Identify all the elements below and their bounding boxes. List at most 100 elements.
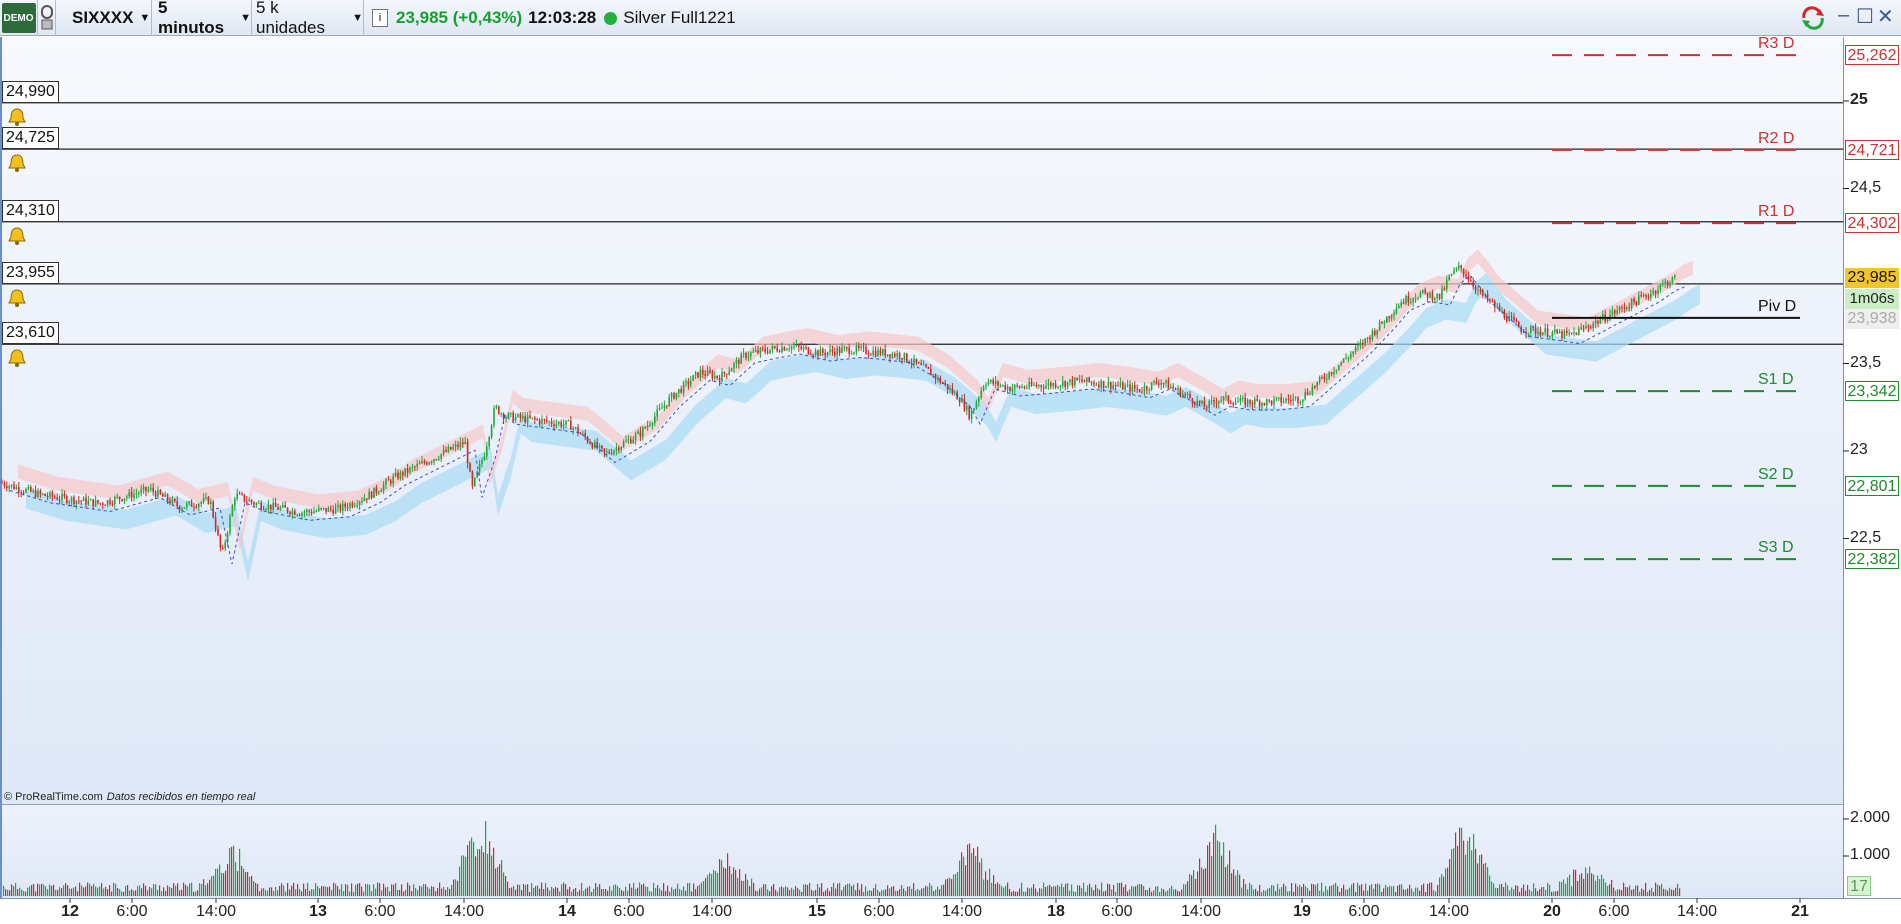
volume-bar [247, 871, 249, 896]
volume-bar [199, 883, 201, 896]
volume-bar [689, 882, 691, 896]
candle-body [534, 417, 536, 420]
volume-bar [1661, 883, 1663, 896]
volume-bar [1667, 890, 1669, 896]
alert-price-label[interactable]: 24,990 [2, 80, 59, 103]
candle-body [608, 451, 610, 454]
candle-body [1458, 265, 1460, 269]
candle-body [370, 491, 373, 498]
candle-body [1671, 277, 1674, 283]
candle-body [1057, 386, 1059, 388]
volume-bar [249, 876, 251, 896]
candle-body [1294, 397, 1297, 399]
candle-body [1165, 380, 1167, 384]
volume-bar [1075, 891, 1077, 896]
volume-bar [77, 891, 79, 896]
volume-bar [925, 885, 927, 896]
candle-body [1657, 289, 1659, 294]
volume-bar [553, 888, 555, 896]
bell-icon[interactable] [6, 347, 28, 369]
candle-body [889, 354, 891, 358]
candle-body [1662, 282, 1664, 285]
volume-bar [303, 883, 305, 896]
candle-body [1539, 331, 1542, 336]
volume-bar [535, 886, 537, 896]
alert-price-label[interactable]: 23,955 [2, 261, 59, 284]
candle-body [198, 503, 200, 508]
volume-bar [1411, 888, 1413, 896]
volume-bar [99, 886, 101, 896]
candle-body [147, 489, 150, 492]
volume-bar [861, 884, 863, 896]
volume-bar [139, 885, 141, 896]
candle-body [171, 498, 174, 504]
candle-body [207, 497, 210, 504]
candle-body [49, 492, 51, 497]
volume-bar [667, 885, 669, 896]
volume-bar [875, 884, 877, 896]
volume-bar [1499, 884, 1501, 896]
candle-body [375, 487, 378, 493]
candle-body [512, 412, 514, 421]
bell-icon[interactable] [6, 225, 28, 247]
volume-bar [1561, 881, 1563, 896]
pivot-label: S1 D [1758, 371, 1794, 389]
candle-body [1374, 330, 1376, 335]
volume-bar [273, 890, 275, 896]
volume-bar [1017, 891, 1019, 896]
volume-bar [1385, 884, 1387, 896]
candle-body [1234, 402, 1237, 405]
candle-body [819, 349, 822, 356]
candle-body [865, 346, 867, 354]
volume-bar [1563, 879, 1565, 896]
candle-body [754, 350, 757, 352]
alert-price-label[interactable]: 23,610 [2, 322, 59, 345]
volume-bar [677, 883, 679, 896]
volume-bar [533, 887, 535, 896]
time-axis-label: 14 [558, 903, 576, 920]
volume-bar [721, 860, 723, 896]
volume-bar [1037, 891, 1039, 896]
axis-tick-label: 23,5 [1850, 353, 1882, 371]
volume-bar [965, 865, 967, 896]
volume-bar [217, 868, 219, 896]
alert-price-label[interactable]: 24,725 [2, 127, 59, 150]
volume-bar [1161, 888, 1163, 896]
volume-bar [879, 891, 881, 896]
candle-body [426, 462, 428, 465]
volume-bar [1131, 885, 1133, 896]
volume-bar [961, 852, 963, 896]
volume-bar [1573, 869, 1575, 896]
volume-bar [645, 886, 647, 896]
candle-body [1362, 342, 1364, 345]
volume-bar [265, 890, 267, 896]
volume-bar [1119, 883, 1121, 896]
candle-body [1431, 292, 1434, 300]
volume-bar [943, 884, 945, 896]
volume-bar [1061, 883, 1063, 896]
volume-bar [1579, 874, 1581, 896]
candle-body [63, 493, 66, 497]
candle-body [1501, 310, 1503, 312]
volume-bar [1325, 886, 1327, 896]
volume-bar [483, 852, 485, 896]
volume-bar [523, 883, 525, 896]
bell-icon[interactable] [6, 152, 28, 174]
candle-body [1333, 371, 1335, 375]
candle-body [73, 497, 75, 505]
volume-bar [109, 885, 111, 896]
volume-bar [1147, 890, 1149, 896]
volume-bar [821, 883, 823, 896]
volume-bar [1361, 884, 1363, 896]
candle-body [10, 484, 13, 487]
bell-icon[interactable] [6, 106, 28, 128]
volume-bar [795, 886, 797, 896]
candle-body [320, 508, 322, 510]
volume-bar [463, 855, 465, 896]
bell-icon[interactable] [6, 287, 28, 309]
volume-bar [1611, 879, 1613, 896]
candle-body [1167, 380, 1170, 389]
alert-price-label[interactable]: 24,310 [2, 199, 59, 222]
candle-body [858, 345, 860, 349]
volume-bar [787, 887, 789, 896]
